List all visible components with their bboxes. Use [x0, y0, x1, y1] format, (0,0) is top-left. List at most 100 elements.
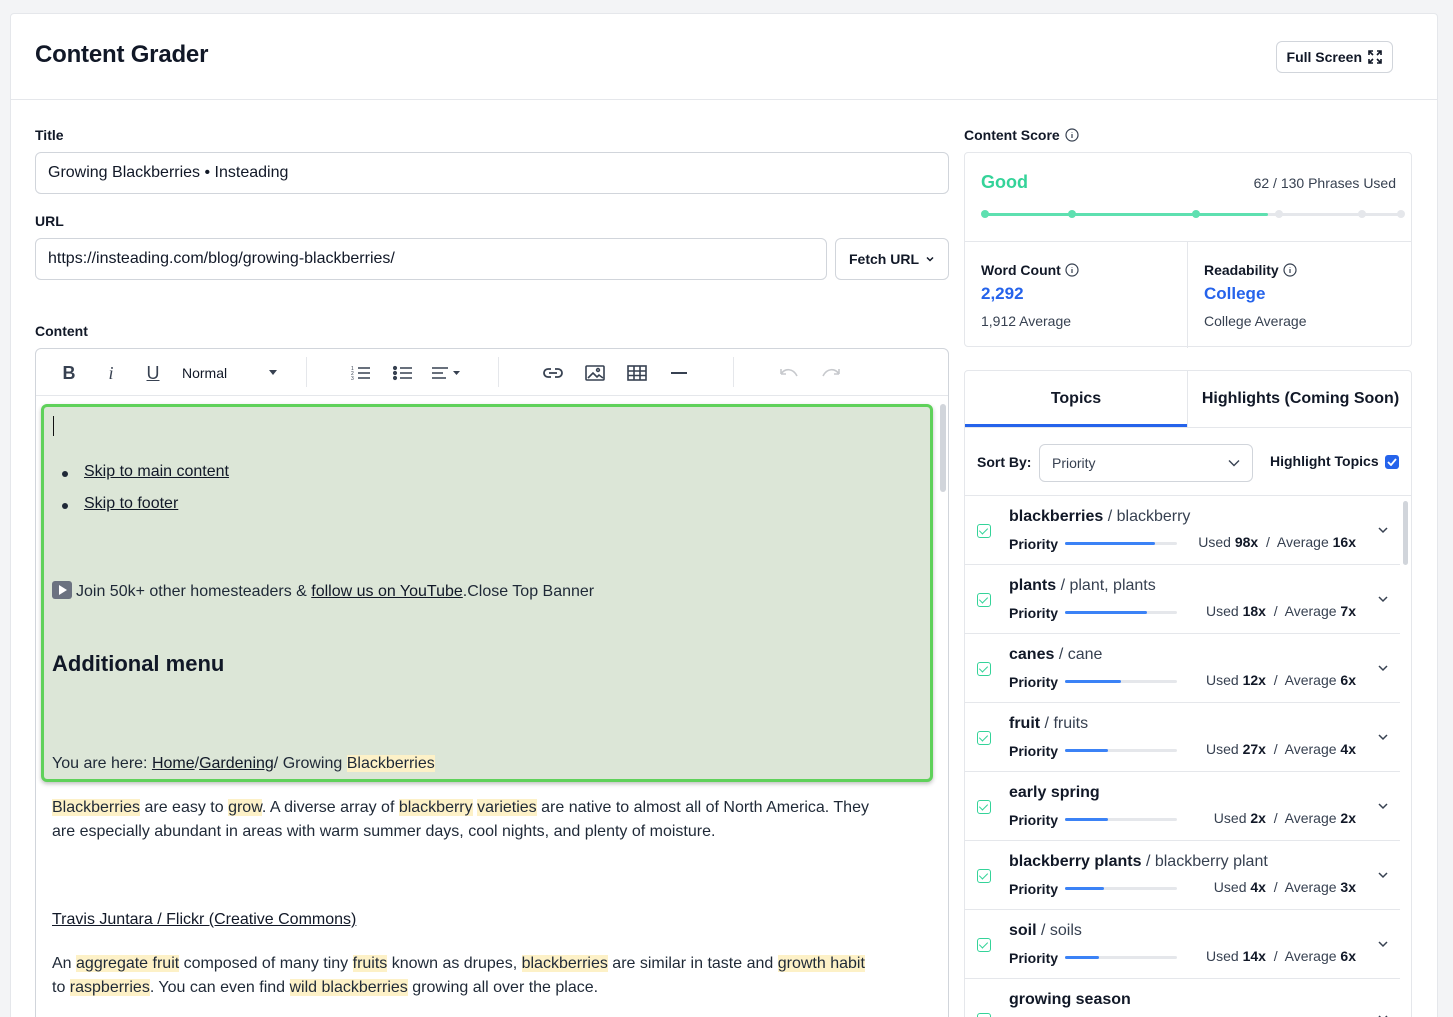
bullet-list-icon[interactable]: [390, 360, 416, 386]
used-prefix: Used: [1206, 672, 1243, 688]
topic-primary: fruit: [1009, 715, 1041, 732]
editor-content[interactable]: Skip to main content Skip to footer Join…: [36, 397, 936, 1017]
content-grader-card: Content Grader Full Screen Title Growing…: [10, 13, 1438, 1017]
priority-bar: [1065, 611, 1177, 614]
content-editor[interactable]: B i U Normal 123 Skip to main content Sk…: [35, 348, 949, 1017]
topic-used-check-icon: [977, 938, 991, 952]
sort-by-select[interactable]: Priority: [1039, 444, 1253, 482]
readability-label: Readability: [1204, 262, 1297, 278]
progress-marker: [1275, 210, 1283, 218]
content-score-card: Good 62 / 130 Phrases Used Word Count 2,…: [964, 152, 1412, 348]
fetch-url-button[interactable]: Fetch URL: [835, 238, 949, 280]
additional-menu-heading: Additional menu: [52, 651, 225, 676]
topic-row[interactable]: early spring Priority Used 2x / Average 2x: [965, 772, 1400, 841]
topic-row[interactable]: canes / cane Priority Used 12x / Average 6…: [965, 634, 1400, 703]
full-screen-button[interactable]: Full Screen: [1275, 41, 1393, 73]
link-icon[interactable]: [540, 360, 566, 386]
image-credit-link[interactable]: Travis Juntara / Flickr (Creative Common…: [52, 911, 356, 928]
undo-icon[interactable]: [776, 360, 802, 386]
topic-row[interactable]: growing season: [965, 979, 1400, 1017]
keyword-highlight: Blackberries: [346, 755, 435, 772]
used-prefix: Used: [1206, 741, 1243, 757]
topic-primary: early spring: [1009, 784, 1100, 801]
keyword-highlight: aggregate fruit: [76, 955, 180, 972]
editor-toolbar: B i U Normal 123: [36, 349, 948, 396]
skip-main-link[interactable]: Skip to main content: [84, 463, 229, 480]
table-icon[interactable]: [624, 360, 650, 386]
list-item[interactable]: Skip to main content: [84, 460, 229, 484]
list-item[interactable]: Skip to footer: [84, 492, 178, 516]
chevron-down-icon[interactable]: [1376, 730, 1390, 744]
chevron-down-icon[interactable]: [1376, 799, 1390, 813]
list-bullet: [62, 471, 68, 477]
tab-topics[interactable]: Topics: [965, 371, 1187, 427]
text-format-value: Normal: [182, 365, 228, 381]
info-icon[interactable]: [1283, 263, 1297, 277]
topic-row[interactable]: soil / soils Priority Used 14x / Average 6…: [965, 910, 1400, 979]
topic-primary: soil: [1009, 922, 1037, 939]
redo-icon[interactable]: [818, 360, 844, 386]
priority-bar-fill: [1065, 818, 1108, 821]
average-count: 7x: [1340, 603, 1356, 619]
topic-variants: / plant, plants: [1056, 577, 1156, 594]
paragraph-line: An aggregate fruit composed of many tiny…: [52, 952, 865, 976]
topic-name: early spring: [1009, 784, 1100, 802]
tab-highlights[interactable]: Highlights (Coming Soon): [1187, 371, 1411, 427]
average-prefix: Average: [1284, 741, 1341, 757]
align-icon[interactable]: [430, 360, 464, 386]
topic-used-check-icon: [977, 593, 991, 607]
average-prefix: Average: [1284, 879, 1341, 895]
used-count: 4x: [1250, 879, 1266, 895]
topic-row[interactable]: plants / plant, plants Priority Used 18x /…: [965, 565, 1400, 634]
breadcrumb-gardening-link[interactable]: Gardening: [199, 755, 274, 772]
horizontal-rule-icon[interactable]: [666, 360, 692, 386]
chevron-down-icon: [1228, 460, 1240, 467]
text-span: are easy to: [140, 799, 229, 816]
highlight-topics-checkbox[interactable]: [1385, 455, 1399, 469]
editor-scrollbar[interactable]: [940, 404, 946, 492]
title-input[interactable]: Growing Blackberries • Insteading: [35, 152, 949, 194]
url-input[interactable]: https://insteading.com/blog/growing-blac…: [35, 238, 827, 280]
text-span: An: [52, 955, 77, 972]
text-span: are native to almost all of North Americ…: [536, 799, 869, 816]
youtube-link[interactable]: follow us on YouTube: [311, 583, 463, 600]
keyword-highlight: raspberries: [69, 979, 150, 996]
keyword-highlight: wild blackberries: [289, 979, 408, 996]
info-icon[interactable]: [1065, 128, 1079, 142]
topic-row[interactable]: fruit / fruits Priority Used 27x / Average…: [965, 703, 1400, 772]
ordered-list-icon[interactable]: 123: [348, 360, 374, 386]
topic-name: soil / soils: [1009, 922, 1082, 940]
topic-used-check-icon: [977, 800, 991, 814]
italic-icon[interactable]: i: [98, 360, 124, 386]
topic-usage: Used 2x / Average 2x: [1213, 810, 1356, 826]
text-format-select[interactable]: Normal: [182, 361, 278, 385]
toolbar-divider: [306, 357, 307, 387]
chevron-down-icon[interactable]: [1376, 868, 1390, 882]
topic-row[interactable]: blackberries / blackberry Priority Used 98…: [965, 496, 1400, 565]
chevron-down-icon[interactable]: [1376, 1011, 1390, 1017]
chevron-down-icon[interactable]: [1376, 592, 1390, 606]
topic-usage: Used 14x / Average 6x: [1206, 948, 1356, 964]
title-input-value: Growing Blackberries • Insteading: [48, 164, 289, 181]
topics-panel: Topics Highlights (Coming Soon) Sort By:…: [964, 370, 1412, 1017]
highlight-topics-label: Highlight Topics: [1270, 453, 1379, 469]
topic-used-check-icon: [977, 731, 991, 745]
topics-scrollbar[interactable]: [1403, 501, 1408, 565]
text-span: known as drupes,: [387, 955, 522, 972]
topic-row[interactable]: blackberry plants / blackberry plant Prio…: [965, 841, 1400, 910]
image-icon[interactable]: [582, 360, 608, 386]
breadcrumb-home-link[interactable]: Home: [152, 755, 195, 772]
chevron-down-icon[interactable]: [1376, 523, 1390, 537]
score-summary: Good 62 / 130 Phrases Used: [965, 153, 1411, 242]
keyword-highlight: blackberry: [398, 799, 473, 816]
underline-icon[interactable]: U: [140, 360, 166, 386]
info-icon[interactable]: [1065, 263, 1079, 277]
chevron-down-icon[interactable]: [1376, 661, 1390, 675]
used-prefix: Used: [1206, 603, 1243, 619]
text-span: composed of many tiny: [179, 955, 353, 972]
chevron-down-icon[interactable]: [1376, 937, 1390, 951]
skip-footer-link[interactable]: Skip to footer: [84, 495, 178, 512]
topic-usage: Used 4x / Average 3x: [1213, 879, 1356, 895]
topic-variants: / blackberry plant: [1141, 853, 1268, 870]
bold-icon[interactable]: B: [56, 360, 82, 386]
